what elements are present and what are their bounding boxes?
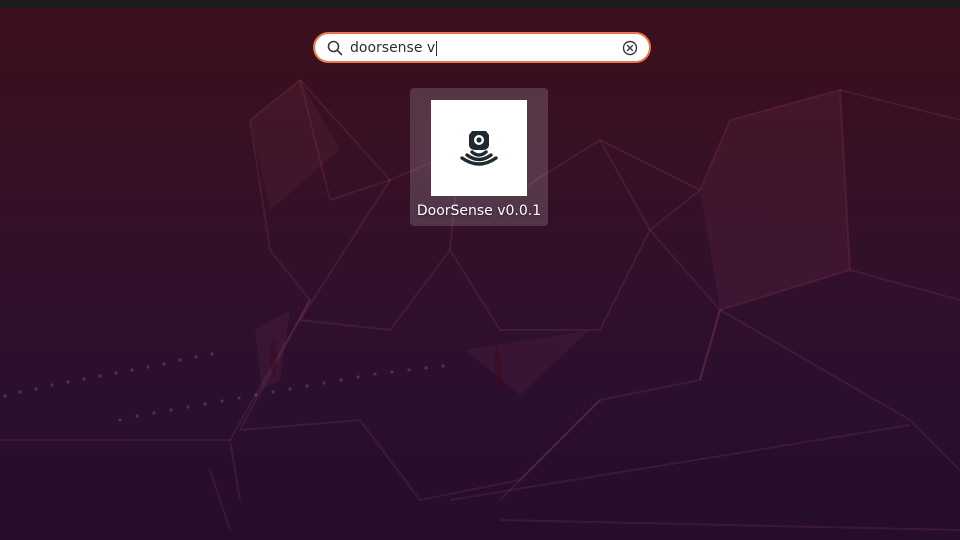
search-icon (327, 40, 343, 56)
clear-circle-icon[interactable] (622, 40, 638, 56)
text-caret (436, 40, 438, 56)
search-input[interactable]: doorsense v (350, 39, 610, 57)
wallpaper-focal-fossa (0, 78, 960, 531)
app-label: DoorSense v0.0.1 (416, 203, 542, 219)
doorsense-sensor-icon (431, 100, 527, 196)
search-box[interactable]: doorsense v (313, 32, 651, 63)
search-query-text: doorsense v (350, 40, 436, 56)
search-result-app-tile[interactable]: DoorSense v0.0.1 (410, 88, 548, 226)
